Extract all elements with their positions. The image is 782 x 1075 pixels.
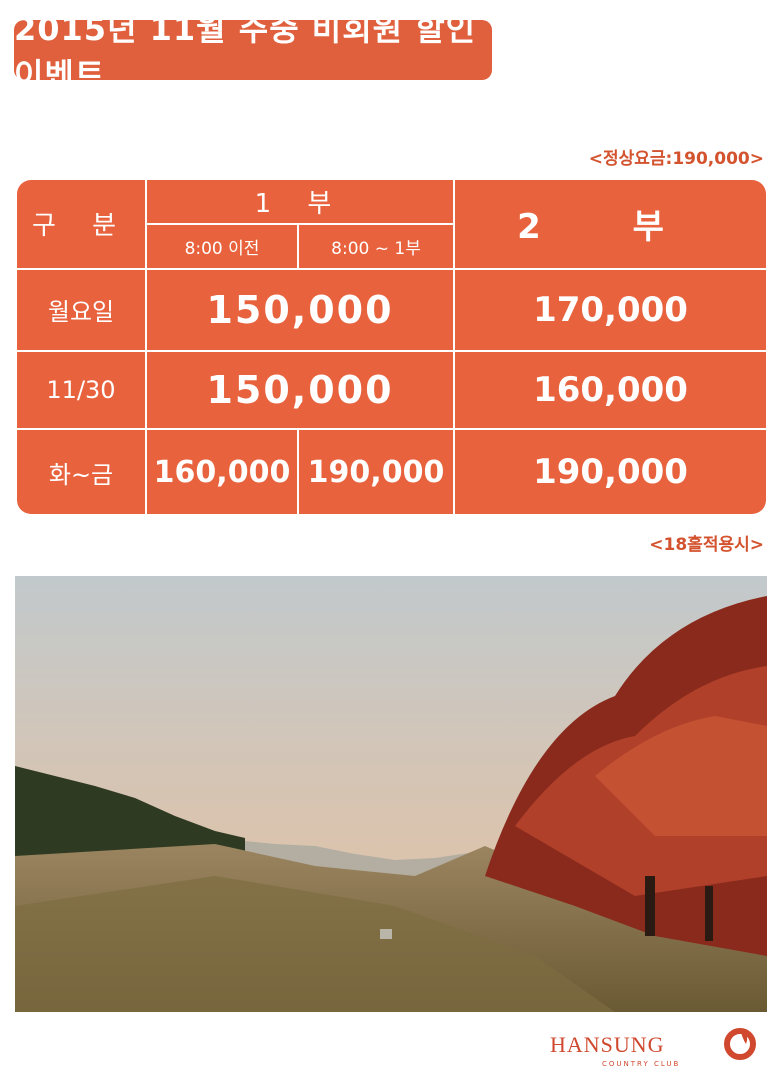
regular-price-note: <정상요금:190,000>: [588, 149, 764, 169]
logo-subtitle: COUNTRY CLUB: [602, 1060, 681, 1068]
header-part2-label: 2 부: [517, 207, 704, 248]
header-part1: 1 부: [146, 180, 455, 226]
logo-name: HANSUNG: [550, 1032, 665, 1057]
tue-fri-part2-price: 190,000: [533, 452, 688, 493]
event-title: 2015년 11월 주중 비회원 할인이벤트: [14, 10, 492, 94]
header-before-8: 8:00 이전: [146, 224, 299, 270]
1130-part2-price: 160,000: [454, 350, 766, 431]
row-label-tue-fri: 화~금: [17, 429, 147, 514]
price-table: 구 분 1 부 2 부 8:00 이전 8:00 ~ 1부 월요일 150,00…: [17, 180, 766, 514]
header-part1-label: 1 부: [254, 189, 346, 220]
flame-logo-icon: [724, 1028, 756, 1060]
header-part2: 2 부: [454, 180, 766, 270]
golf-course-photo: [15, 576, 767, 1012]
monday-part1-price: 150,000: [146, 268, 455, 352]
header-category-label: 구 분: [31, 211, 131, 242]
header-category: 구 분: [17, 180, 147, 270]
eighteen-holes-note: <18홀적용시>: [649, 535, 764, 555]
header-after-8: 8:00 ~ 1부: [298, 224, 455, 270]
1130-part1-price: 150,000: [146, 350, 455, 431]
row-label-1130: 11/30: [17, 350, 147, 431]
tue-fri-before-8-price: 160,000: [146, 429, 299, 514]
table-row: 화~금 160,000 190,000 190,000: [17, 429, 766, 514]
table-row: 11/30 150,000 160,000: [17, 350, 766, 431]
hansung-logo: HANSUNG COUNTRY CLUB: [544, 1022, 764, 1070]
table-row: 월요일 150,000 170,000: [17, 268, 766, 352]
tue-fri-after-8-price: 190,000: [298, 429, 455, 514]
monday-part2-price: 170,000: [454, 268, 766, 352]
row-label-monday: 월요일: [17, 268, 147, 352]
